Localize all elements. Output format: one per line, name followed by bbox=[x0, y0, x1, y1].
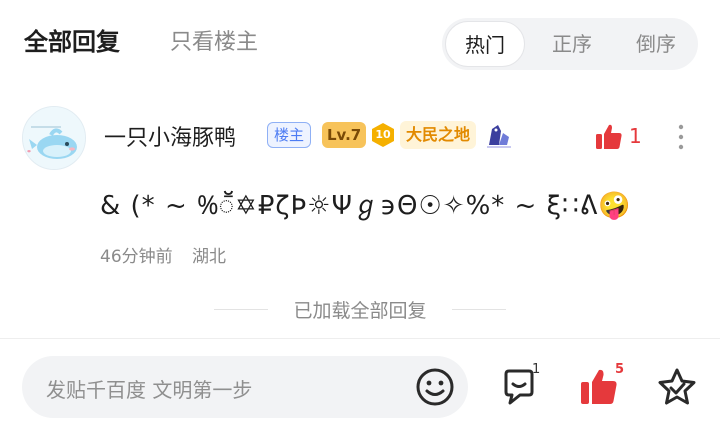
mascot-icon bbox=[483, 121, 513, 149]
emoji-icon[interactable] bbox=[414, 366, 456, 408]
reply-placeholder: 发贴千百度 文明第一步 bbox=[46, 378, 253, 402]
bottom-divider bbox=[0, 338, 720, 339]
reply-header: 全部回复 只看楼主 热门 正序 倒序 bbox=[0, 0, 720, 80]
more-options-icon[interactable] bbox=[674, 122, 688, 152]
comment-count: 1 bbox=[532, 362, 541, 377]
tab-all-replies[interactable]: 全部回复 bbox=[24, 22, 120, 57]
forum-name: 大民之地 bbox=[400, 121, 477, 149]
comment-text: & (* ~ %ॕ✡₽ζϷ☼Ψℊ϶Θ☉✧%* ~ ξ∷ᕕ🤪 bbox=[100, 191, 632, 221]
dolphin-avatar-icon bbox=[23, 107, 85, 169]
divider-line-right bbox=[452, 309, 506, 310]
comment-like-count: 1 bbox=[629, 124, 642, 148]
avatar[interactable] bbox=[22, 106, 86, 170]
comment-location: 湖北 bbox=[192, 247, 227, 267]
sort-toggle: 热门 正序 倒序 bbox=[442, 18, 698, 70]
reply-input[interactable]: 发贴千百度 文明第一步 bbox=[22, 356, 468, 418]
sort-asc-button[interactable]: 正序 bbox=[542, 24, 602, 64]
thumbs-up-icon[interactable] bbox=[594, 122, 624, 152]
all-loaded-text: 已加载全部回复 bbox=[293, 300, 427, 322]
owner-badge: 楼主 bbox=[267, 122, 312, 148]
sort-hot-button[interactable]: 热门 bbox=[445, 21, 525, 67]
star-icon[interactable] bbox=[656, 366, 698, 408]
forum-level-number: 10 bbox=[375, 128, 391, 141]
username[interactable]: 一只小海豚鸭 bbox=[104, 120, 236, 152]
like-count: 5 bbox=[615, 362, 625, 377]
forum-level-icon: 10 bbox=[370, 122, 396, 148]
thumbs-up-icon-bar[interactable] bbox=[578, 366, 620, 408]
level-badge: Lv.7 bbox=[322, 122, 367, 148]
tab-owner-only[interactable]: 只看楼主 bbox=[170, 24, 258, 56]
comment-time: 46分钟前 bbox=[100, 247, 173, 267]
all-loaded-indicator: 已加载全部回复 bbox=[0, 296, 720, 322]
comment-meta: 46分钟前 湖北 bbox=[100, 242, 226, 267]
sort-desc-button[interactable]: 倒序 bbox=[626, 24, 686, 64]
